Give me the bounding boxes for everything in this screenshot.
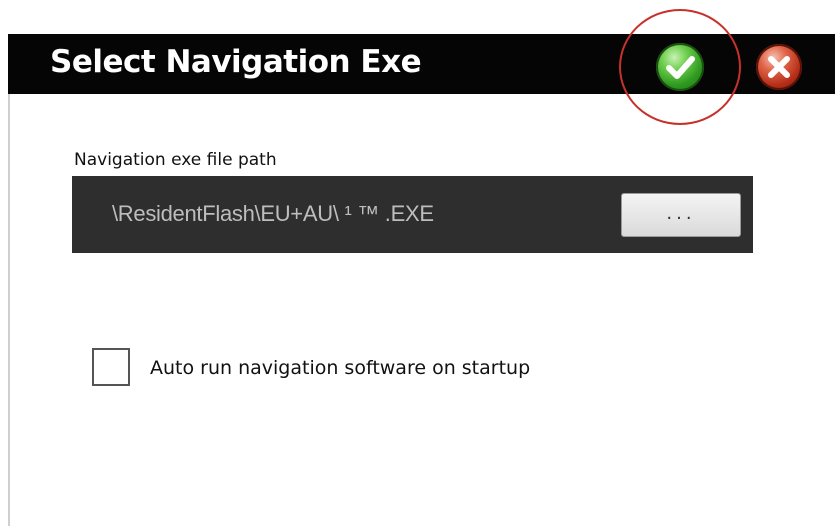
path-field-value[interactable]: \ResidentFlash\EU+AU\ ¹ ™ .EXE bbox=[112, 201, 434, 227]
dialog-title: Select Navigation Exe bbox=[50, 44, 422, 80]
autorun-label: Auto run navigation software on startup bbox=[150, 357, 531, 379]
autorun-checkbox[interactable] bbox=[92, 348, 130, 386]
path-field-panel: \ResidentFlash\EU+AU\ ¹ ™ .EXE ... bbox=[72, 176, 753, 253]
cancel-button[interactable] bbox=[756, 44, 802, 90]
browse-button[interactable]: ... bbox=[621, 193, 741, 237]
path-field-label: Navigation exe file path bbox=[74, 150, 277, 170]
close-icon bbox=[768, 56, 790, 78]
dialog-titlebar: Select Navigation Exe bbox=[8, 34, 835, 94]
checkmark-icon bbox=[666, 56, 695, 79]
ok-button[interactable] bbox=[656, 43, 704, 91]
navigation-exe-dialog: Select Navigation Exe Navigation exe fil… bbox=[0, 0, 835, 526]
